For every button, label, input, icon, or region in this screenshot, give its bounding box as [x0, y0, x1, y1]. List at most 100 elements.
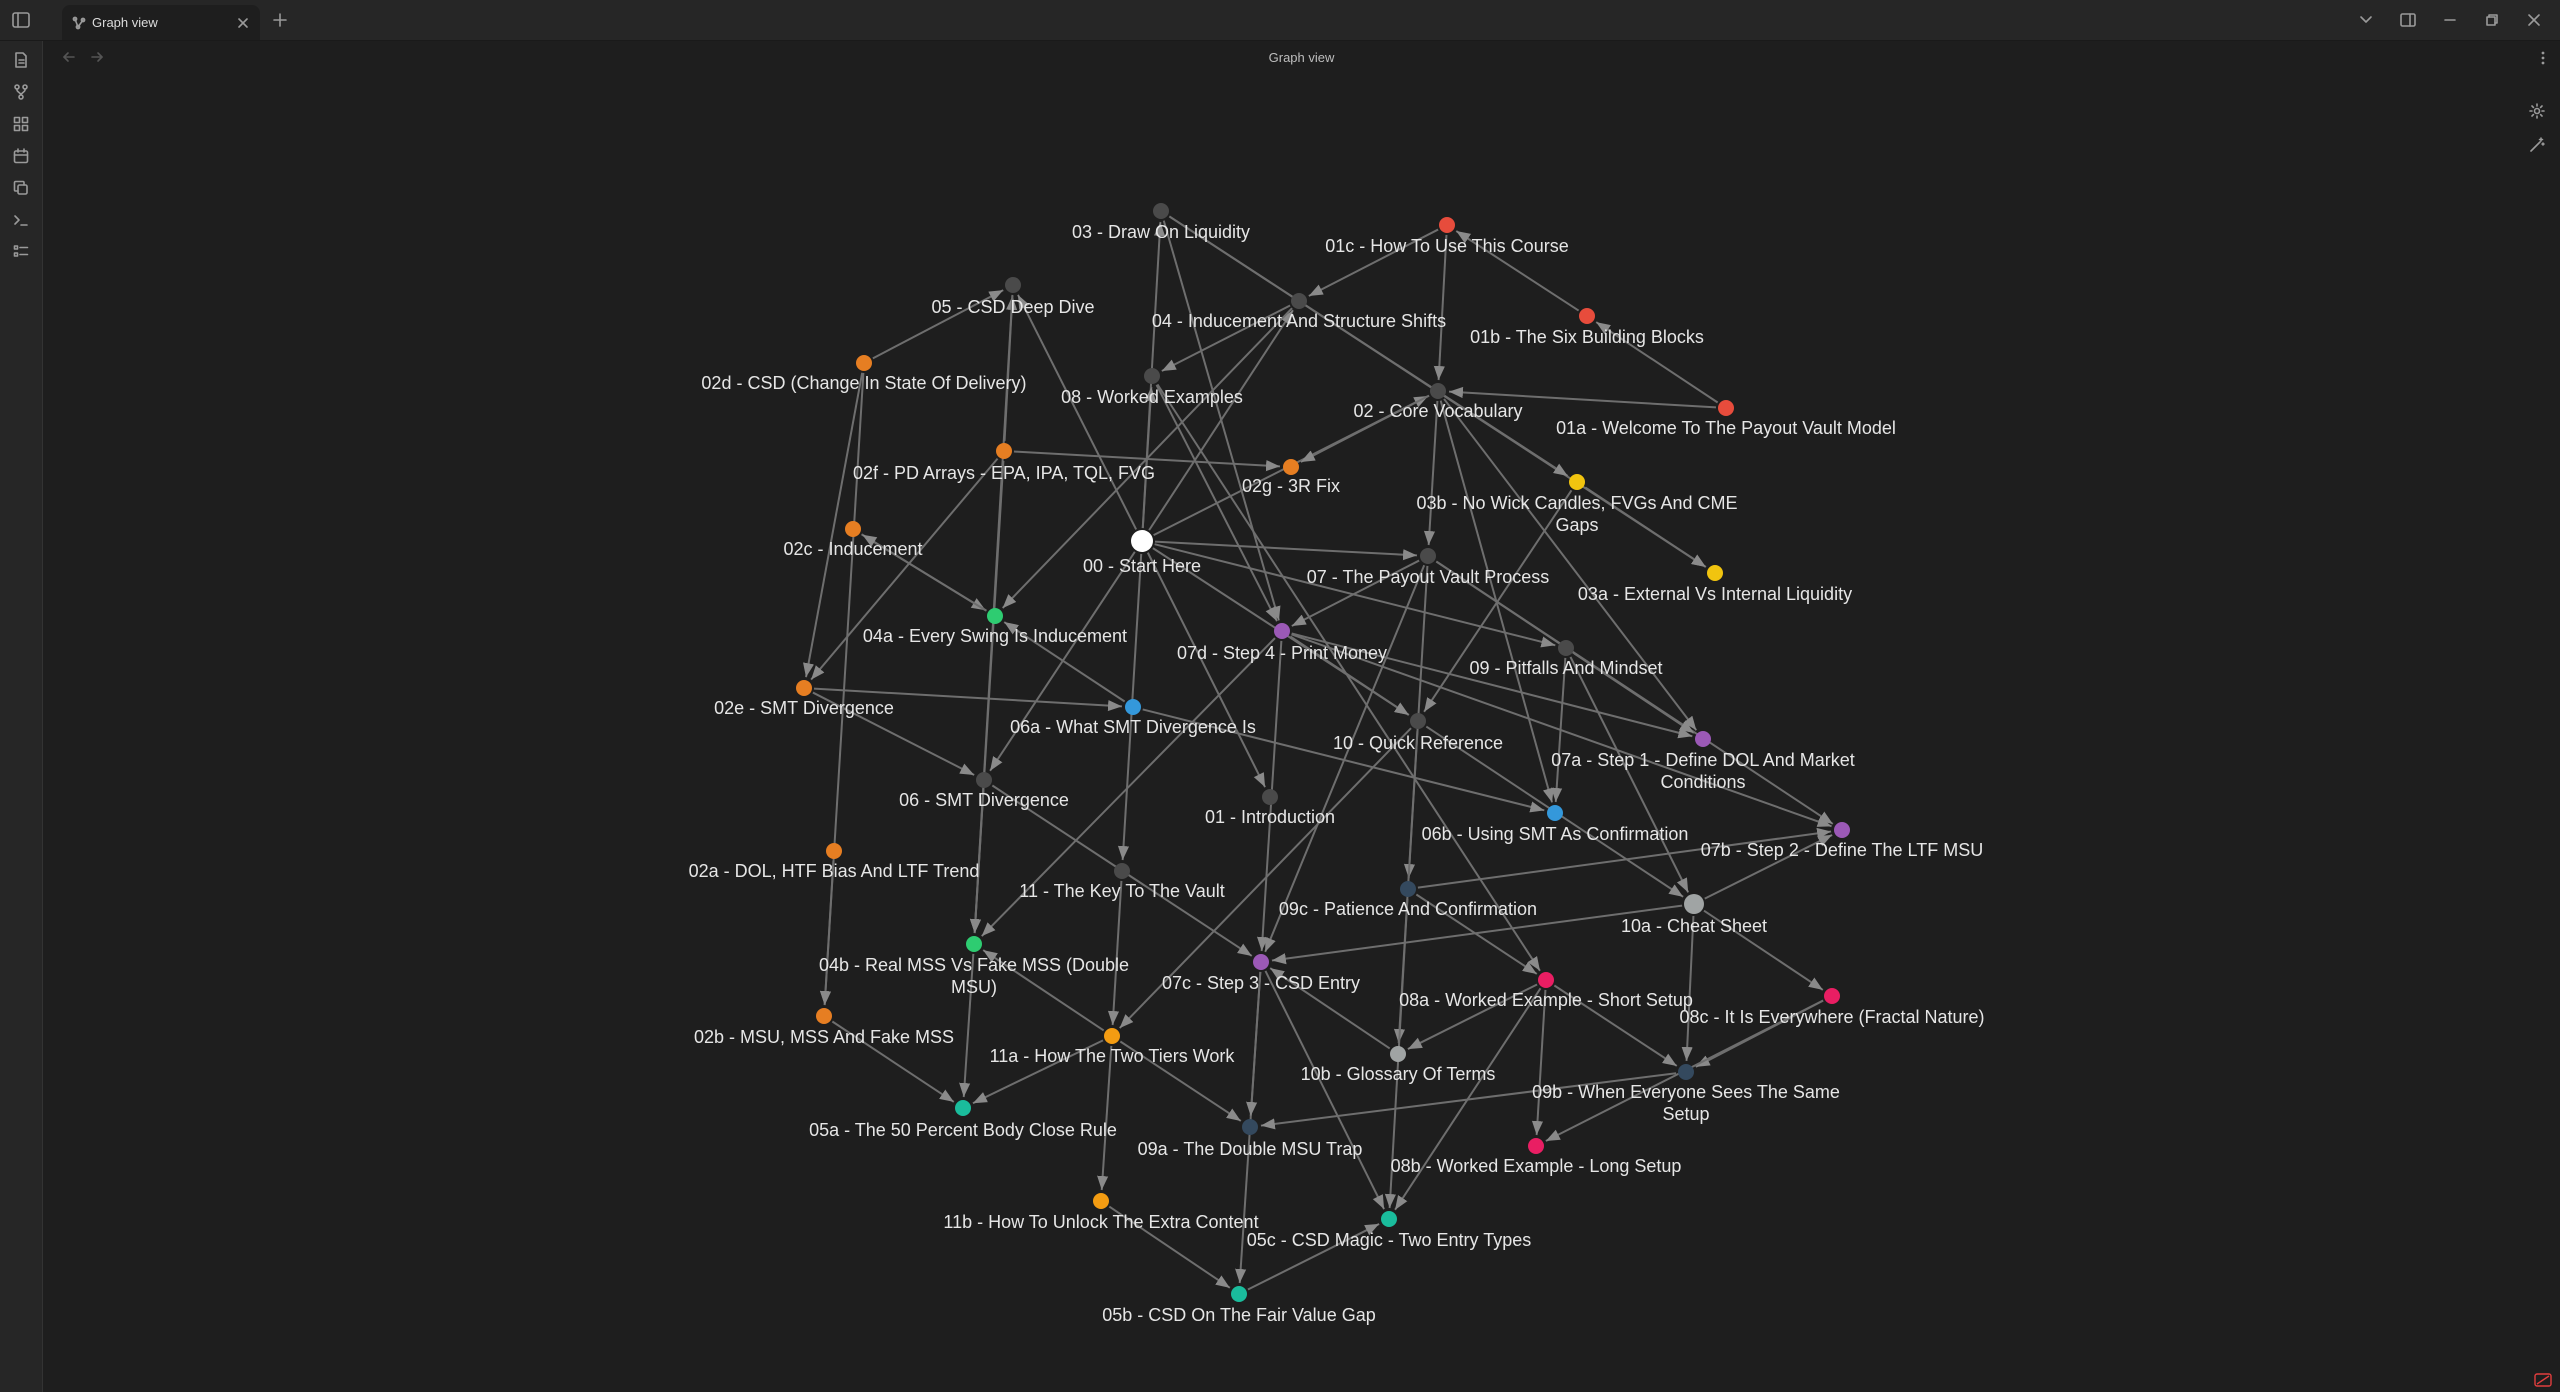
- graph-node-dot[interactable]: [856, 355, 872, 371]
- graph-node-dot[interactable]: [1558, 640, 1574, 656]
- graph-node-dot[interactable]: [1420, 548, 1436, 564]
- graph-node-09c[interactable]: 09c - Patience And Confirmation: [1279, 881, 1537, 919]
- graph-node-01b[interactable]: 01b - The Six Building Blocks: [1470, 308, 1704, 347]
- graph-node-dot[interactable]: [845, 521, 861, 537]
- restore-icon[interactable]: [2476, 4, 2508, 36]
- graph-canvas[interactable]: 00 - Start Here 01 - Introduction 01a - We…: [43, 75, 2560, 1392]
- graph-node-dot[interactable]: [1274, 623, 1290, 639]
- graph-node-dot[interactable]: [1125, 699, 1141, 715]
- list-icon[interactable]: [10, 241, 32, 263]
- graph-node-05b[interactable]: 05b - CSD On The Fair Value Gap: [1102, 1286, 1376, 1325]
- graph-node-dot[interactable]: [1262, 789, 1278, 805]
- graph-node-dot[interactable]: [1707, 565, 1723, 581]
- graph-node-01[interactable]: 01 - Introduction: [1205, 789, 1335, 827]
- graph-node-11[interactable]: 11 - The Key To The Vault: [1019, 863, 1225, 901]
- new-tab-button[interactable]: [270, 10, 290, 30]
- graph-node-dot[interactable]: [1381, 1211, 1397, 1227]
- graph-node-dot[interactable]: [1400, 881, 1416, 897]
- git-branch-icon[interactable]: [10, 81, 32, 103]
- graph-node-04a[interactable]: 04a - Every Swing Is Inducement: [863, 608, 1127, 646]
- grid-icon[interactable]: [10, 113, 32, 135]
- graph-node-08c[interactable]: 08c - It Is Everywhere (Fractal Nature): [1679, 988, 1985, 1027]
- graph-node-08b[interactable]: 08b - Worked Example - Long Setup: [1391, 1138, 1682, 1176]
- graph-node-dot[interactable]: [1104, 1028, 1120, 1044]
- calendar-icon[interactable]: [10, 145, 32, 167]
- graph-node-dot[interactable]: [1005, 277, 1021, 293]
- graph-node-dot[interactable]: [1834, 822, 1850, 838]
- graph-node-dot[interactable]: [796, 680, 812, 696]
- graph-node-03a[interactable]: 03a - External Vs Internal Liquidity: [1578, 565, 1852, 604]
- graph-node-09b[interactable]: 09b - When Everyone Sees The Same Setup: [1532, 1064, 1840, 1124]
- graph-node-dot[interactable]: [1283, 459, 1299, 475]
- close-icon[interactable]: [234, 14, 252, 32]
- graph-node-11a[interactable]: 11a - How The Two Tiers Work: [990, 1028, 1236, 1066]
- graph-node-08a[interactable]: 08a - Worked Example - Short Setup: [1399, 972, 1693, 1010]
- graph-node-09a[interactable]: 09a - The Double MSU Trap: [1138, 1119, 1363, 1159]
- graph-node-01c[interactable]: 01c - How To Use This Course: [1325, 217, 1569, 256]
- graph-node-05[interactable]: 05 - CSD Deep Dive: [931, 277, 1095, 317]
- graph-node-03[interactable]: 03 - Draw On Liquidity: [1072, 203, 1250, 242]
- graph-node-dot[interactable]: [1093, 1193, 1109, 1209]
- gear-icon[interactable]: [2526, 100, 2548, 122]
- graph-node-dot[interactable]: [1538, 972, 1554, 988]
- graph-node-dot[interactable]: [1579, 308, 1595, 324]
- graph-node-dot[interactable]: [816, 1008, 832, 1024]
- graph-node-dot[interactable]: [1569, 474, 1585, 490]
- graph-node-11b[interactable]: 11b - How To Unlock The Extra Content: [943, 1193, 1259, 1232]
- graph-node-07b[interactable]: 07b - Step 2 - Define The LTF MSU: [1701, 822, 1983, 860]
- graph-node-dot[interactable]: [1114, 863, 1130, 879]
- graph-node-07a[interactable]: 07a - Step 1 - Define DOL And Market Cond…: [1551, 731, 1855, 792]
- more-options-icon[interactable]: [2534, 49, 2552, 67]
- chevron-down-icon[interactable]: [2350, 4, 2382, 36]
- graph-node-05c[interactable]: 05c - CSD Magic - Two Entry Types: [1247, 1211, 1531, 1250]
- graph-node-05a[interactable]: 05a - The 50 Percent Body Close Rule: [809, 1100, 1117, 1140]
- graph-node-dot[interactable]: [1528, 1138, 1544, 1154]
- graph-node-dot[interactable]: [1439, 217, 1455, 233]
- sidebar-toggle-icon[interactable]: [10, 9, 32, 31]
- graph-node-dot[interactable]: [1430, 383, 1446, 399]
- graph-node-06[interactable]: 06 - SMT Divergence: [899, 772, 1069, 810]
- graph-node-01a[interactable]: 01a - Welcome To The Payout Vault Model: [1556, 400, 1896, 438]
- graph-node-dot[interactable]: [1678, 1064, 1694, 1080]
- graph-node-dot[interactable]: [1684, 894, 1704, 914]
- graph-node-03b[interactable]: 03b - No Wick Candles, FVGs And CME Gaps: [1416, 474, 1738, 535]
- graph-node-dot[interactable]: [1695, 731, 1711, 747]
- graph-node-02f[interactable]: 02f - PD Arrays - EPA, IPA, TQL, FVG: [853, 443, 1155, 483]
- graph-node-dot[interactable]: [955, 1100, 971, 1116]
- graph-node-02a[interactable]: 02a - DOL, HTF Bias And LTF Trend: [689, 843, 980, 881]
- terminal-icon[interactable]: [10, 209, 32, 231]
- split-view-icon[interactable]: [2392, 4, 2424, 36]
- graph-node-10[interactable]: 10 - Quick Reference: [1333, 713, 1503, 753]
- graph-node-dot[interactable]: [987, 608, 1003, 624]
- magic-wand-icon[interactable]: [2526, 134, 2548, 156]
- graph-node-dot[interactable]: [1253, 954, 1269, 970]
- tab-graph-view[interactable]: Graph view: [62, 5, 260, 40]
- graph-node-02[interactable]: 02 - Core Vocabulary: [1353, 383, 1523, 421]
- graph-node-02c[interactable]: 02c - Inducement: [783, 521, 923, 559]
- graph-node-10b[interactable]: 10b - Glossary Of Terms: [1301, 1046, 1496, 1084]
- graph-node-02e[interactable]: 02e - SMT Divergence: [714, 680, 894, 718]
- graph-node-dot[interactable]: [1291, 293, 1307, 309]
- graph-node-07[interactable]: 07 - The Payout Vault Process: [1307, 548, 1549, 587]
- graph-node-dot[interactable]: [1824, 988, 1840, 1004]
- minimize-icon[interactable]: [2434, 4, 2466, 36]
- graph-node-02b[interactable]: 02b - MSU, MSS And Fake MSS: [694, 1008, 954, 1047]
- graph-node-dot[interactable]: [1153, 203, 1169, 219]
- graph-node-dot[interactable]: [966, 936, 982, 952]
- graph-node-dot[interactable]: [1131, 530, 1153, 552]
- graph-node-06a[interactable]: 06a - What SMT Divergence Is: [1010, 699, 1256, 737]
- close-window-icon[interactable]: [2518, 4, 2550, 36]
- graph-node-00[interactable]: 00 - Start Here: [1083, 530, 1201, 576]
- graph-node-dot[interactable]: [1390, 1046, 1406, 1062]
- graph-node-04[interactable]: 04 - Inducement And Structure Shifts: [1152, 293, 1446, 331]
- graph-node-10a[interactable]: 10a - Cheat Sheet: [1621, 894, 1767, 936]
- graph-node-dot[interactable]: [1410, 713, 1426, 729]
- graph-node-09[interactable]: 09 - Pitfalls And Mindset: [1469, 640, 1663, 678]
- copy-icon[interactable]: [10, 177, 32, 199]
- graph-node-dot[interactable]: [1547, 805, 1563, 821]
- graph-node-dot[interactable]: [1231, 1286, 1247, 1302]
- graph-node-07d[interactable]: 07d - Step 4 - Print Money: [1177, 623, 1387, 663]
- graph-node-08[interactable]: 08 - Worked Examples: [1061, 368, 1243, 407]
- graph-node-07c[interactable]: 07c - Step 3 - CSD Entry: [1162, 954, 1360, 993]
- file-icon[interactable]: [10, 49, 32, 71]
